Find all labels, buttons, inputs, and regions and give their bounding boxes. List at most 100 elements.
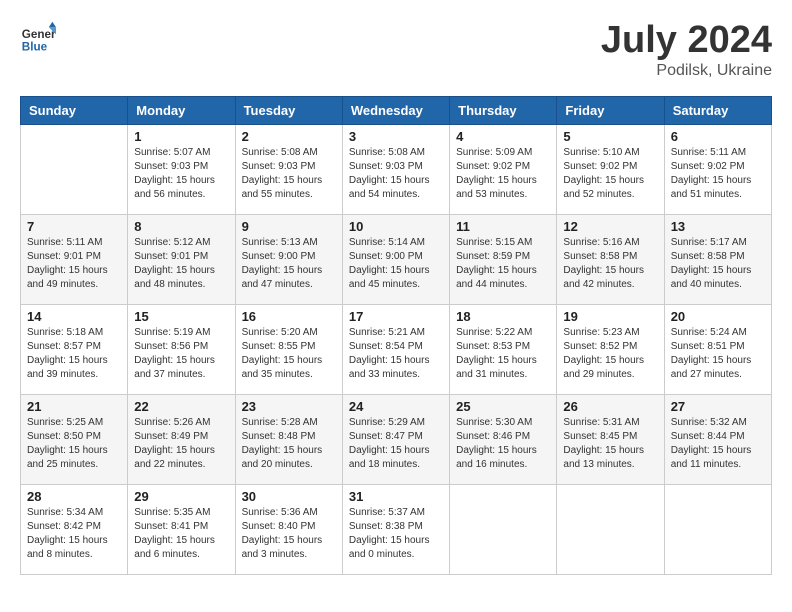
day-number: 8 bbox=[134, 219, 228, 234]
day-cell: 1 Sunrise: 5:07 AMSunset: 9:03 PMDaylight… bbox=[128, 124, 235, 214]
day-info: Sunrise: 5:09 AMSunset: 9:02 PMDaylight:… bbox=[456, 146, 550, 202]
day-cell: 5 Sunrise: 5:10 AMSunset: 9:02 PMDaylight… bbox=[557, 124, 664, 214]
page-header: General Blue July 2024 Podilsk, Ukraine bbox=[20, 20, 772, 80]
day-cell: 6Sunrise: 5:11 AMSunset: 9:02 PMDaylight… bbox=[664, 124, 771, 214]
logo-icon: General Blue bbox=[20, 20, 56, 56]
day-info: Sunrise: 5:16 AMSunset: 8:58 PMDaylight:… bbox=[563, 236, 657, 292]
day-cell: 31 Sunrise: 5:37 AMSunset: 8:38 PMDayligh… bbox=[342, 484, 449, 574]
day-number: 9 bbox=[242, 219, 336, 234]
day-info: Sunrise: 5:23 AMSunset: 8:52 PMDaylight:… bbox=[563, 326, 657, 382]
day-info: Sunrise: 5:28 AMSunset: 8:48 PMDaylight:… bbox=[242, 416, 336, 472]
day-cell: 11 Sunrise: 5:15 AMSunset: 8:59 PMDayligh… bbox=[450, 214, 557, 304]
day-cell: 26 Sunrise: 5:31 AMSunset: 8:45 PMDayligh… bbox=[557, 394, 664, 484]
header-cell-monday: Monday bbox=[128, 96, 235, 124]
day-cell bbox=[450, 484, 557, 574]
day-number: 20 bbox=[671, 309, 765, 324]
day-cell bbox=[21, 124, 128, 214]
day-cell: 22 Sunrise: 5:26 AMSunset: 8:49 PMDayligh… bbox=[128, 394, 235, 484]
day-number: 30 bbox=[242, 489, 336, 504]
day-cell: 13 Sunrise: 5:17 AMSunset: 8:58 PMDayligh… bbox=[664, 214, 771, 304]
day-info: Sunrise: 5:12 AMSunset: 9:01 PMDaylight:… bbox=[134, 236, 228, 292]
day-number: 29 bbox=[134, 489, 228, 504]
header-cell-friday: Friday bbox=[557, 96, 664, 124]
day-info: Sunrise: 5:14 AMSunset: 9:00 PMDaylight:… bbox=[349, 236, 443, 292]
day-cell: 8 Sunrise: 5:12 AMSunset: 9:01 PMDaylight… bbox=[128, 214, 235, 304]
day-info: Sunrise: 5:31 AMSunset: 8:45 PMDaylight:… bbox=[563, 416, 657, 472]
calendar-table: SundayMondayTuesdayWednesdayThursdayFrid… bbox=[20, 96, 772, 575]
day-number: 14 bbox=[27, 309, 121, 324]
day-cell: 9Sunrise: 5:13 AMSunset: 9:00 PMDaylight… bbox=[235, 214, 342, 304]
day-cell: 29 Sunrise: 5:35 AMSunset: 8:41 PMDayligh… bbox=[128, 484, 235, 574]
day-info: Sunrise: 5:35 AMSunset: 8:41 PMDaylight:… bbox=[134, 506, 228, 562]
day-number: 13 bbox=[671, 219, 765, 234]
day-info: Sunrise: 5:37 AMSunset: 8:38 PMDaylight:… bbox=[349, 506, 443, 562]
day-info: Sunrise: 5:36 AMSunset: 8:40 PMDaylight:… bbox=[242, 506, 336, 562]
day-cell: 20 Sunrise: 5:24 AMSunset: 8:51 PMDayligh… bbox=[664, 304, 771, 394]
day-cell: 10Sunrise: 5:14 AMSunset: 9:00 PMDayligh… bbox=[342, 214, 449, 304]
day-number: 4 bbox=[456, 129, 550, 144]
day-info: Sunrise: 5:19 AMSunset: 8:56 PMDaylight:… bbox=[134, 326, 228, 382]
day-cell: 17Sunrise: 5:21 AMSunset: 8:54 PMDayligh… bbox=[342, 304, 449, 394]
day-cell: 24Sunrise: 5:29 AMSunset: 8:47 PMDayligh… bbox=[342, 394, 449, 484]
calendar-header: SundayMondayTuesdayWednesdayThursdayFrid… bbox=[21, 96, 772, 124]
day-number: 22 bbox=[134, 399, 228, 414]
day-number: 28 bbox=[27, 489, 121, 504]
header-row: SundayMondayTuesdayWednesdayThursdayFrid… bbox=[21, 96, 772, 124]
header-cell-tuesday: Tuesday bbox=[235, 96, 342, 124]
header-cell-saturday: Saturday bbox=[664, 96, 771, 124]
day-cell: 3Sunrise: 5:08 AMSunset: 9:03 PMDaylight… bbox=[342, 124, 449, 214]
day-cell bbox=[664, 484, 771, 574]
day-number: 7 bbox=[27, 219, 121, 234]
day-info: Sunrise: 5:07 AMSunset: 9:03 PMDaylight:… bbox=[134, 146, 228, 202]
day-info: Sunrise: 5:17 AMSunset: 8:58 PMDaylight:… bbox=[671, 236, 765, 292]
day-info: Sunrise: 5:21 AMSunset: 8:54 PMDaylight:… bbox=[349, 326, 443, 382]
day-cell: 21 Sunrise: 5:25 AMSunset: 8:50 PMDayligh… bbox=[21, 394, 128, 484]
day-info: Sunrise: 5:24 AMSunset: 8:51 PMDaylight:… bbox=[671, 326, 765, 382]
day-number: 15 bbox=[134, 309, 228, 324]
day-cell: 28 Sunrise: 5:34 AMSunset: 8:42 PMDayligh… bbox=[21, 484, 128, 574]
day-number: 6 bbox=[671, 129, 765, 144]
day-info: Sunrise: 5:11 AMSunset: 9:01 PMDaylight:… bbox=[27, 236, 121, 292]
day-number: 5 bbox=[563, 129, 657, 144]
day-cell: 27 Sunrise: 5:32 AMSunset: 8:44 PMDayligh… bbox=[664, 394, 771, 484]
month-year: July 2024 bbox=[601, 20, 772, 62]
day-number: 27 bbox=[671, 399, 765, 414]
day-number: 11 bbox=[456, 219, 550, 234]
week-row-2: 14 Sunrise: 5:18 AMSunset: 8:57 PMDayligh… bbox=[21, 304, 772, 394]
svg-text:Blue: Blue bbox=[22, 41, 48, 54]
day-number: 16 bbox=[242, 309, 336, 324]
day-number: 26 bbox=[563, 399, 657, 414]
day-info: Sunrise: 5:10 AMSunset: 9:02 PMDaylight:… bbox=[563, 146, 657, 202]
day-info: Sunrise: 5:32 AMSunset: 8:44 PMDaylight:… bbox=[671, 416, 765, 472]
location: Podilsk, Ukraine bbox=[601, 62, 772, 80]
svg-text:General: General bbox=[22, 28, 56, 41]
day-number: 23 bbox=[242, 399, 336, 414]
day-cell: 16 Sunrise: 5:20 AMSunset: 8:55 PMDayligh… bbox=[235, 304, 342, 394]
day-info: Sunrise: 5:25 AMSunset: 8:50 PMDaylight:… bbox=[27, 416, 121, 472]
day-cell: 25Sunrise: 5:30 AMSunset: 8:46 PMDayligh… bbox=[450, 394, 557, 484]
day-info: Sunrise: 5:22 AMSunset: 8:53 PMDaylight:… bbox=[456, 326, 550, 382]
day-info: Sunrise: 5:29 AMSunset: 8:47 PMDaylight:… bbox=[349, 416, 443, 472]
day-info: Sunrise: 5:18 AMSunset: 8:57 PMDaylight:… bbox=[27, 326, 121, 382]
day-number: 31 bbox=[349, 489, 443, 504]
day-info: Sunrise: 5:08 AMSunset: 9:03 PMDaylight:… bbox=[349, 146, 443, 202]
title-block: July 2024 Podilsk, Ukraine bbox=[601, 20, 772, 80]
day-info: Sunrise: 5:34 AMSunset: 8:42 PMDaylight:… bbox=[27, 506, 121, 562]
day-cell: 4 Sunrise: 5:09 AMSunset: 9:02 PMDaylight… bbox=[450, 124, 557, 214]
day-info: Sunrise: 5:15 AMSunset: 8:59 PMDaylight:… bbox=[456, 236, 550, 292]
day-cell: 15 Sunrise: 5:19 AMSunset: 8:56 PMDayligh… bbox=[128, 304, 235, 394]
header-cell-sunday: Sunday bbox=[21, 96, 128, 124]
day-cell: 23 Sunrise: 5:28 AMSunset: 8:48 PMDayligh… bbox=[235, 394, 342, 484]
logo: General Blue bbox=[20, 20, 56, 56]
day-info: Sunrise: 5:20 AMSunset: 8:55 PMDaylight:… bbox=[242, 326, 336, 382]
day-number: 18 bbox=[456, 309, 550, 324]
week-row-4: 28 Sunrise: 5:34 AMSunset: 8:42 PMDayligh… bbox=[21, 484, 772, 574]
day-cell: 19 Sunrise: 5:23 AMSunset: 8:52 PMDayligh… bbox=[557, 304, 664, 394]
day-info: Sunrise: 5:30 AMSunset: 8:46 PMDaylight:… bbox=[456, 416, 550, 472]
day-number: 19 bbox=[563, 309, 657, 324]
day-number: 2 bbox=[242, 129, 336, 144]
day-number: 21 bbox=[27, 399, 121, 414]
day-info: Sunrise: 5:26 AMSunset: 8:49 PMDaylight:… bbox=[134, 416, 228, 472]
day-number: 1 bbox=[134, 129, 228, 144]
header-cell-thursday: Thursday bbox=[450, 96, 557, 124]
